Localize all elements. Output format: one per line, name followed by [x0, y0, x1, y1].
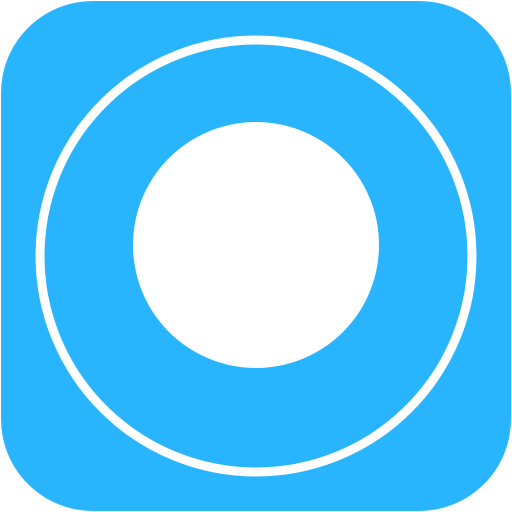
app-icon[interactable]	[0, 0, 512, 512]
record-button-icon	[1, 1, 511, 511]
inner-dot	[133, 122, 379, 368]
